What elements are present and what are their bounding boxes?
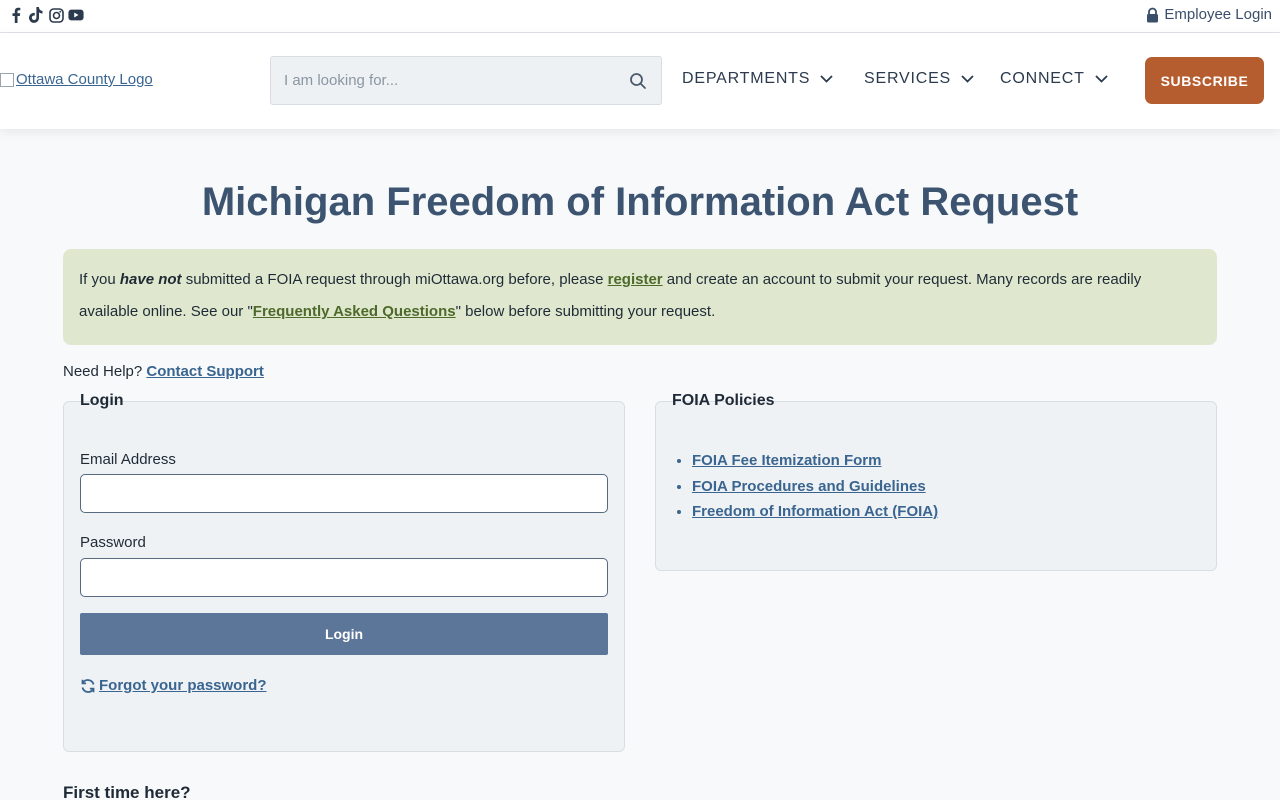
page-title: Michigan Freedom of Information Act Requ… — [201, 180, 1079, 224]
password-label: Password — [80, 534, 146, 551]
logo-alt-text: Ottawa County Logo — [16, 71, 153, 88]
notice-text: If you — [79, 271, 120, 288]
search-input[interactable] — [271, 57, 621, 104]
ottawa-county-logo[interactable]: Ottawa County Logo — [0, 71, 153, 88]
policy-list: FOIA Fee Itemization Form FOIA Procedure… — [692, 448, 938, 525]
email-field[interactable] — [80, 474, 608, 513]
email-label: Email Address — [80, 451, 176, 468]
search-icon[interactable] — [629, 72, 647, 90]
lock-icon — [1147, 7, 1159, 22]
notice-emphasis: have not — [119, 271, 182, 288]
forgot-password-label: Forgot your password? — [99, 677, 267, 694]
policies-legend: FOIA Policies — [672, 392, 775, 409]
list-item: Freedom of Information Act (FOIA) — [692, 499, 938, 525]
login-legend: Login — [80, 392, 124, 409]
refresh-icon — [81, 678, 95, 693]
nav-departments[interactable]: DEPARTMENTS — [682, 70, 833, 88]
forgot-password-link[interactable]: Forgot your password? — [80, 677, 267, 694]
chevron-down-icon — [961, 75, 974, 83]
facebook-icon[interactable] — [8, 6, 24, 24]
login-button[interactable]: Login — [80, 613, 608, 655]
nav-departments-label: DEPARTMENTS — [682, 70, 811, 87]
list-item: FOIA Procedures and Guidelines — [692, 474, 938, 500]
instagram-icon[interactable] — [48, 6, 64, 24]
top-utility-bar: Employee Login — [0, 0, 1280, 33]
notice-text: " below before submitting your request. — [455, 303, 716, 320]
password-field[interactable] — [80, 558, 608, 597]
chevron-down-icon — [1095, 75, 1108, 83]
contact-support-link[interactable]: Contact Support — [146, 363, 264, 380]
youtube-icon[interactable] — [68, 6, 84, 24]
employee-login-label: Employee Login — [1164, 6, 1272, 23]
register-link[interactable]: register — [608, 271, 663, 288]
social-links — [8, 6, 84, 24]
nav-services-label: SERVICES — [864, 70, 952, 87]
list-item: FOIA Fee Itemization Form — [692, 448, 938, 474]
employee-login-link[interactable]: Employee Login — [1146, 6, 1272, 23]
faq-link[interactable]: Frequently Asked Questions — [253, 303, 456, 320]
subscribe-button[interactable]: SUBSCRIBE — [1145, 57, 1264, 104]
need-help: Need Help? Contact Support — [63, 363, 264, 380]
foia-act-link[interactable]: Freedom of Information Act (FOIA) — [692, 503, 938, 520]
nav-connect[interactable]: CONNECT — [1000, 70, 1108, 88]
register-notice: If you have not submitted a FOIA request… — [63, 249, 1217, 345]
site-header: Ottawa County Logo DEPARTMENTS SERVICES … — [0, 33, 1280, 129]
nav-services[interactable]: SERVICES — [864, 70, 974, 88]
broken-image-icon — [0, 72, 14, 87]
notice-text: submitted a FOIA request through miOttaw… — [181, 271, 608, 288]
tiktok-icon[interactable] — [28, 6, 44, 24]
site-search — [270, 56, 662, 105]
foia-procedures-link[interactable]: FOIA Procedures and Guidelines — [692, 478, 926, 495]
nav-connect-label: CONNECT — [1000, 70, 1085, 87]
foia-fee-itemization-link[interactable]: FOIA Fee Itemization Form — [692, 452, 881, 469]
chevron-down-icon — [820, 75, 833, 83]
first-time-heading: First time here? — [63, 783, 191, 800]
need-help-label: Need Help? — [63, 363, 147, 380]
